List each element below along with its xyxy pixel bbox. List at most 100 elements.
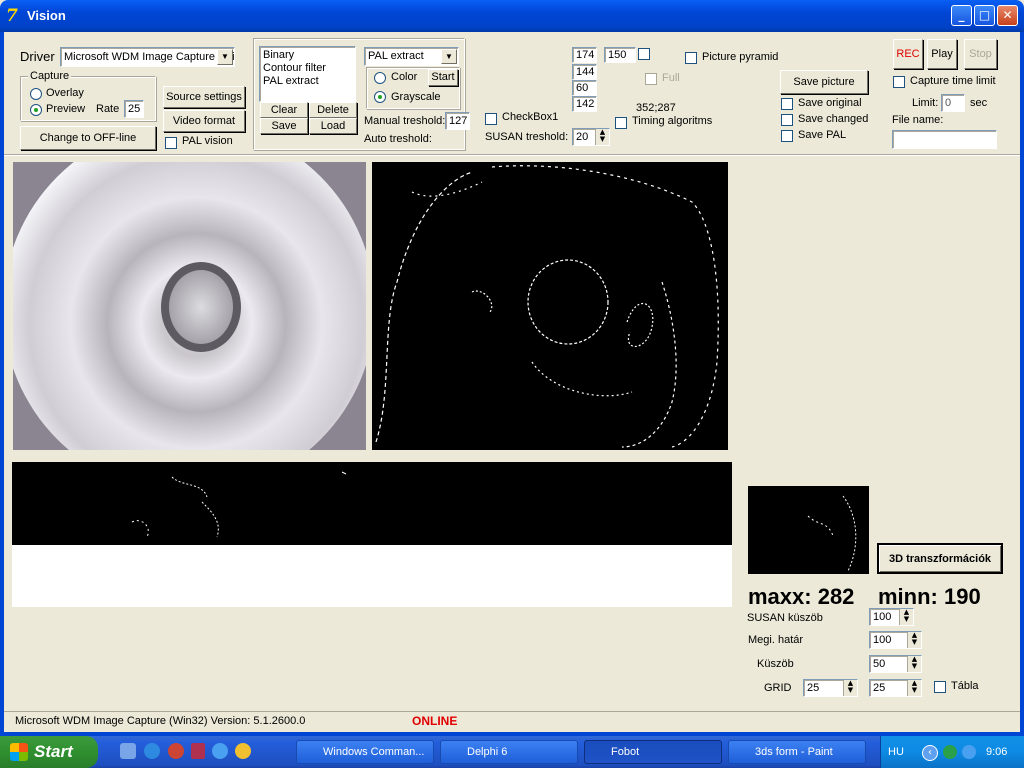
- output-area: [12, 545, 732, 607]
- app-icon: 7: [6, 6, 18, 26]
- tray-messenger-icon[interactable]: [962, 745, 976, 759]
- chevron-down-icon[interactable]: ▼: [217, 49, 233, 65]
- picture-pyramid-checkbox[interactable]: [685, 52, 697, 64]
- stop-button[interactable]: Stop: [964, 39, 997, 69]
- tabla-checkbox[interactable]: [934, 681, 946, 693]
- task-label: Delphi 6: [467, 746, 508, 758]
- chevron-left-icon[interactable]: ‹: [922, 745, 938, 761]
- status-text: Microsoft WDM Image Capture (Win32) Vers…: [15, 715, 306, 727]
- value-checkbox[interactable]: [638, 48, 650, 60]
- save-button[interactable]: Save: [260, 118, 308, 134]
- coords-readout: 352;287: [636, 102, 676, 114]
- quicklaunch-messenger-icon[interactable]: [212, 743, 228, 759]
- capture-limit-checkbox[interactable]: [893, 76, 905, 88]
- susan-threshold-value: 20: [576, 131, 589, 143]
- quicklaunch-save-icon[interactable]: [191, 743, 205, 759]
- window-title: Vision: [27, 8, 66, 23]
- title-bar[interactable]: [0, 0, 1024, 32]
- list-item[interactable]: PAL extract: [263, 75, 355, 88]
- rec-button[interactable]: REC: [893, 39, 923, 69]
- color-label: Color: [391, 71, 418, 83]
- quicklaunch-desktop-icon[interactable]: [120, 743, 136, 759]
- filter-list[interactable]: Binary Contour filter PAL extract: [259, 46, 356, 102]
- save-changed-checkbox[interactable]: [781, 114, 793, 126]
- color-radio[interactable]: [374, 72, 386, 84]
- lens-center: [161, 262, 241, 352]
- checkbox1-label: CheckBox1: [502, 111, 559, 123]
- save-picture-button[interactable]: Save picture: [780, 70, 868, 94]
- task-windows-commander[interactable]: Windows Comman...: [296, 740, 434, 764]
- grid-value-2: 25: [873, 682, 886, 694]
- value-box-2[interactable]: 144: [572, 64, 597, 80]
- rate-input[interactable]: 25: [124, 100, 144, 118]
- value-box-1[interactable]: 174: [572, 47, 597, 63]
- checkbox1[interactable]: [485, 113, 497, 125]
- grayscale-radio[interactable]: [374, 91, 386, 103]
- mode-select[interactable]: PAL extract ▼: [364, 47, 459, 66]
- capture-group-label: Capture: [28, 70, 72, 82]
- task-fobot[interactable]: Fobot: [584, 740, 722, 764]
- susan-kuszob-value: 100: [873, 611, 892, 623]
- grayscale-label: Grayscale: [391, 91, 441, 103]
- start-button[interactable]: Start: [0, 736, 98, 768]
- quicklaunch-opera-icon[interactable]: [168, 743, 184, 759]
- grid-spinner-1[interactable]: ▲ ▼: [843, 680, 857, 696]
- task-label: 3ds form - Paint: [755, 746, 833, 758]
- quicklaunch-ie-icon[interactable]: [144, 743, 160, 759]
- limit-input[interactable]: 0: [941, 94, 965, 112]
- manual-threshold-input[interactable]: 127: [445, 112, 470, 130]
- susan-threshold-spinner[interactable]: ▲ ▼: [595, 129, 609, 145]
- value-box-5[interactable]: 150: [604, 47, 636, 63]
- susan-kuszob-spinner[interactable]: ▲ ▼: [899, 609, 913, 625]
- task-paint[interactable]: 3ds form - Paint: [728, 740, 866, 764]
- edge-view: [372, 162, 728, 450]
- list-item[interactable]: Contour filter: [263, 62, 355, 75]
- mode-value: PAL extract: [368, 50, 424, 62]
- preview-radio[interactable]: [30, 104, 42, 116]
- megi-hatar-spinner[interactable]: ▲ ▼: [907, 632, 921, 648]
- maximize-button[interactable]: □: [974, 5, 995, 26]
- save-original-checkbox[interactable]: [781, 98, 793, 110]
- edge-image: [375, 165, 719, 448]
- kuszob-spinner[interactable]: ▲ ▼: [907, 656, 921, 672]
- task-label: Windows Comman...: [323, 746, 425, 758]
- chevron-down-icon[interactable]: ▼: [441, 49, 457, 64]
- overlay-radio[interactable]: [30, 88, 42, 100]
- source-settings-button[interactable]: Source settings: [163, 86, 245, 108]
- load-button[interactable]: Load: [309, 118, 357, 134]
- small-preview: [748, 486, 869, 574]
- value-box-4[interactable]: 142: [572, 96, 597, 112]
- pal-vision-checkbox[interactable]: [165, 137, 177, 149]
- start-button[interactable]: Start: [428, 69, 458, 86]
- delete-button[interactable]: Delete: [309, 102, 357, 118]
- clear-button[interactable]: Clear: [260, 102, 308, 118]
- clock: 9:06: [986, 746, 1008, 758]
- timing-label: Timing algoritms: [632, 115, 713, 127]
- maxx-readout: maxx: 282: [748, 584, 855, 609]
- list-item[interactable]: Binary: [263, 49, 355, 62]
- full-checkbox[interactable]: [645, 73, 657, 85]
- start-label: Start: [34, 742, 73, 761]
- save-pal-checkbox[interactable]: [781, 130, 793, 142]
- online-status: ONLINE: [412, 714, 458, 728]
- driver-value: Microsoft WDM Image Capture (Win32): [64, 51, 234, 63]
- transform-3d-button[interactable]: 3D transzformációk: [877, 543, 1003, 574]
- save-changed-label: Save changed: [798, 113, 869, 125]
- tabla-label: Tábla: [951, 680, 979, 692]
- minimize-button[interactable]: _: [951, 5, 972, 26]
- quicklaunch-media-icon[interactable]: [235, 743, 251, 759]
- play-button[interactable]: Play: [927, 39, 957, 69]
- limit-label: Limit:: [912, 97, 939, 109]
- change-offline-button[interactable]: Change to OFF-line: [20, 126, 156, 150]
- value-box-3[interactable]: 60: [572, 80, 597, 96]
- language-indicator[interactable]: HU: [888, 746, 904, 758]
- driver-select[interactable]: Microsoft WDM Image Capture (Win32)▼: [60, 47, 235, 67]
- close-button[interactable]: ✕: [997, 5, 1018, 26]
- grid-spinner-2[interactable]: ▲ ▼: [907, 680, 921, 696]
- file-name-input[interactable]: [892, 130, 997, 149]
- video-format-button[interactable]: Video format: [163, 110, 245, 132]
- timing-checkbox[interactable]: [615, 117, 627, 129]
- tray-network-icon[interactable]: [943, 745, 957, 759]
- manual-threshold-label: Manual treshold:: [364, 115, 446, 127]
- task-delphi[interactable]: Delphi 6: [440, 740, 578, 764]
